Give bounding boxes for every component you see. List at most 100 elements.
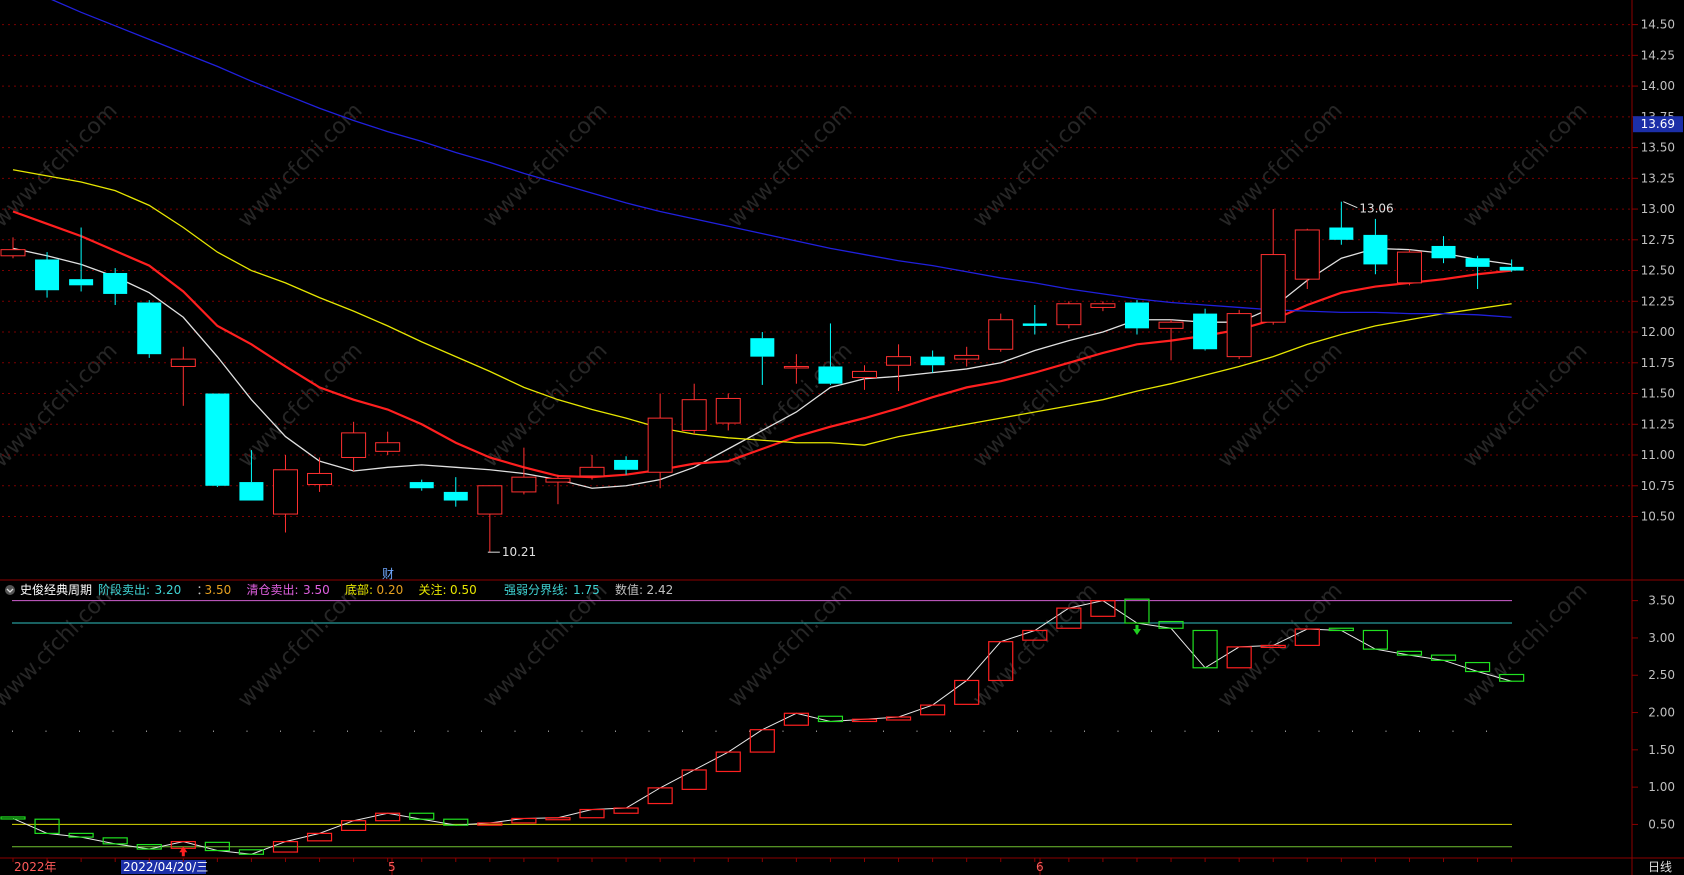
high-annotation: 13.06 bbox=[1359, 202, 1393, 216]
indicator-bar-down bbox=[34, 818, 60, 834]
candle-body-down bbox=[920, 356, 945, 366]
chart-root: { "chart_data": [ { "type": "candlestick… bbox=[0, 0, 1684, 875]
indicator-legend-value: 3.20 bbox=[155, 583, 182, 597]
candle-body-down bbox=[1193, 313, 1218, 350]
indicator-legend-label: 清仓卖出: bbox=[247, 583, 299, 597]
candle-body-up bbox=[1294, 229, 1320, 280]
candle-body-up bbox=[1396, 251, 1422, 284]
ind-tick-label: 2.00 bbox=[1648, 706, 1675, 720]
watermark-text: www.cfchi.com bbox=[1458, 338, 1592, 472]
candle-body-up bbox=[1226, 313, 1252, 358]
main-tick-label: 12.50 bbox=[1641, 264, 1675, 278]
finance-marker: 财 bbox=[382, 567, 394, 581]
ind-tick-label: 2.50 bbox=[1648, 668, 1675, 682]
indicator-legend-label: 数值: bbox=[615, 582, 643, 597]
main-tick-label: 13.25 bbox=[1641, 171, 1675, 185]
ind-tick-label: 1.50 bbox=[1648, 743, 1675, 757]
main-tick-label: 12.00 bbox=[1641, 325, 1675, 339]
watermark-text: www.cfchi.com bbox=[478, 338, 612, 472]
x-label-month: 6 bbox=[1036, 860, 1044, 874]
candle-body-up bbox=[1090, 303, 1116, 308]
ind-tick-label: 3.50 bbox=[1648, 594, 1675, 608]
candle-body-down bbox=[818, 366, 843, 384]
ind-tick-label: 1.00 bbox=[1648, 780, 1675, 794]
candle-body-up bbox=[1260, 254, 1286, 323]
watermark-text: www.cfchi.com bbox=[233, 578, 367, 712]
candle-body-up bbox=[0, 249, 26, 257]
indicator-bar-down bbox=[409, 812, 435, 820]
candle-body-up bbox=[1056, 303, 1082, 326]
indicator-legend-value: 0.20 bbox=[377, 583, 404, 597]
watermark-text: www.cfchi.com bbox=[0, 338, 123, 472]
candle-body-up bbox=[886, 356, 912, 366]
x-label-year: 2022年 bbox=[14, 860, 57, 874]
crosshair-date-label: 2022/04/20/三 bbox=[123, 860, 208, 874]
indicator-bar-down bbox=[1124, 598, 1150, 624]
watermark-text: www.cfchi.com bbox=[478, 578, 612, 712]
candle-body-up bbox=[375, 442, 401, 452]
watermark-text: www.cfchi.com bbox=[723, 98, 857, 232]
indicator-bar-up bbox=[647, 787, 673, 805]
candle-body-down bbox=[443, 491, 468, 501]
indicator-bar-up bbox=[851, 718, 878, 723]
candle-body-up bbox=[272, 469, 298, 515]
candle-body-down bbox=[1363, 234, 1388, 265]
watermark-text: www.cfchi.com bbox=[1213, 338, 1347, 472]
main-tick-label: 11.25 bbox=[1641, 417, 1675, 431]
watermark-text: www.cfchi.com bbox=[723, 578, 857, 712]
indicator-bar-down bbox=[102, 837, 128, 845]
candle-body-down bbox=[409, 482, 434, 489]
watermark-text: www.cfchi.com bbox=[1458, 578, 1592, 712]
indicator-legend-value: 1.75 bbox=[573, 583, 600, 597]
main-tick-label: 13.50 bbox=[1641, 141, 1675, 155]
collapse-icon bbox=[5, 585, 15, 595]
candle-body-up bbox=[681, 399, 707, 431]
indicator-bar-down bbox=[0, 816, 26, 820]
candle-body-down bbox=[239, 482, 264, 501]
main-tick-label: 12.75 bbox=[1641, 233, 1675, 247]
indicator-bar-down bbox=[1362, 629, 1389, 650]
indicator-bar-up bbox=[920, 704, 946, 716]
main-price-plot: 13.06 10.21 财 bbox=[0, 0, 1524, 581]
ind-tick-label: 0.50 bbox=[1648, 817, 1675, 831]
candle-body-down bbox=[614, 459, 639, 470]
x-label-month: 5 bbox=[388, 860, 396, 874]
candle-body-down bbox=[205, 393, 230, 486]
candle-body-down bbox=[1431, 245, 1456, 259]
candle-body-up bbox=[852, 370, 877, 379]
candle-body-up bbox=[511, 476, 537, 493]
indicator-bar-up bbox=[885, 716, 912, 721]
indicator-name: 史俊经典周期 bbox=[20, 582, 92, 597]
ind-tick-label: 3.00 bbox=[1648, 631, 1675, 645]
candle-body-up bbox=[715, 397, 741, 424]
indicator-legend-value: 3.50 bbox=[205, 583, 232, 597]
candle-body-down bbox=[1465, 258, 1490, 267]
period-label: 日线 bbox=[1648, 860, 1672, 874]
candle-body-up bbox=[341, 432, 367, 458]
main-tick-label: 12.25 bbox=[1641, 294, 1675, 308]
current-price-label: 13.69 bbox=[1641, 117, 1675, 131]
indicator-bar-up bbox=[579, 808, 605, 819]
main-tick-label: 14.25 bbox=[1641, 48, 1675, 62]
candle-body-down bbox=[1124, 302, 1149, 329]
indicator-bar-up bbox=[306, 832, 333, 842]
indicator-plot bbox=[0, 598, 1525, 857]
candle-body-down bbox=[1329, 227, 1354, 240]
watermark-text: www.cfchi.com bbox=[1213, 98, 1347, 232]
indicator-bar-up bbox=[749, 729, 775, 753]
candle-body-up bbox=[170, 358, 196, 367]
sell-signal-arrow bbox=[1132, 625, 1141, 636]
candle-body-up bbox=[1158, 321, 1184, 329]
main-tick-label: 11.00 bbox=[1641, 448, 1675, 462]
main-tick-label: 11.75 bbox=[1641, 356, 1675, 370]
indicator-legend-value: 2.42 bbox=[647, 583, 674, 597]
candle-body-down bbox=[1022, 323, 1047, 326]
indicator-bar-down bbox=[1328, 627, 1354, 632]
candle-body-up bbox=[545, 477, 571, 483]
watermark-text: www.cfchi.com bbox=[0, 578, 123, 712]
candle-body-down bbox=[750, 338, 775, 357]
main-tick-label: 14.00 bbox=[1641, 79, 1675, 93]
indicator-bar-up bbox=[545, 817, 571, 821]
candle-body-down bbox=[35, 259, 60, 291]
indicator-legend-label: 强弱分界线: bbox=[504, 583, 568, 597]
